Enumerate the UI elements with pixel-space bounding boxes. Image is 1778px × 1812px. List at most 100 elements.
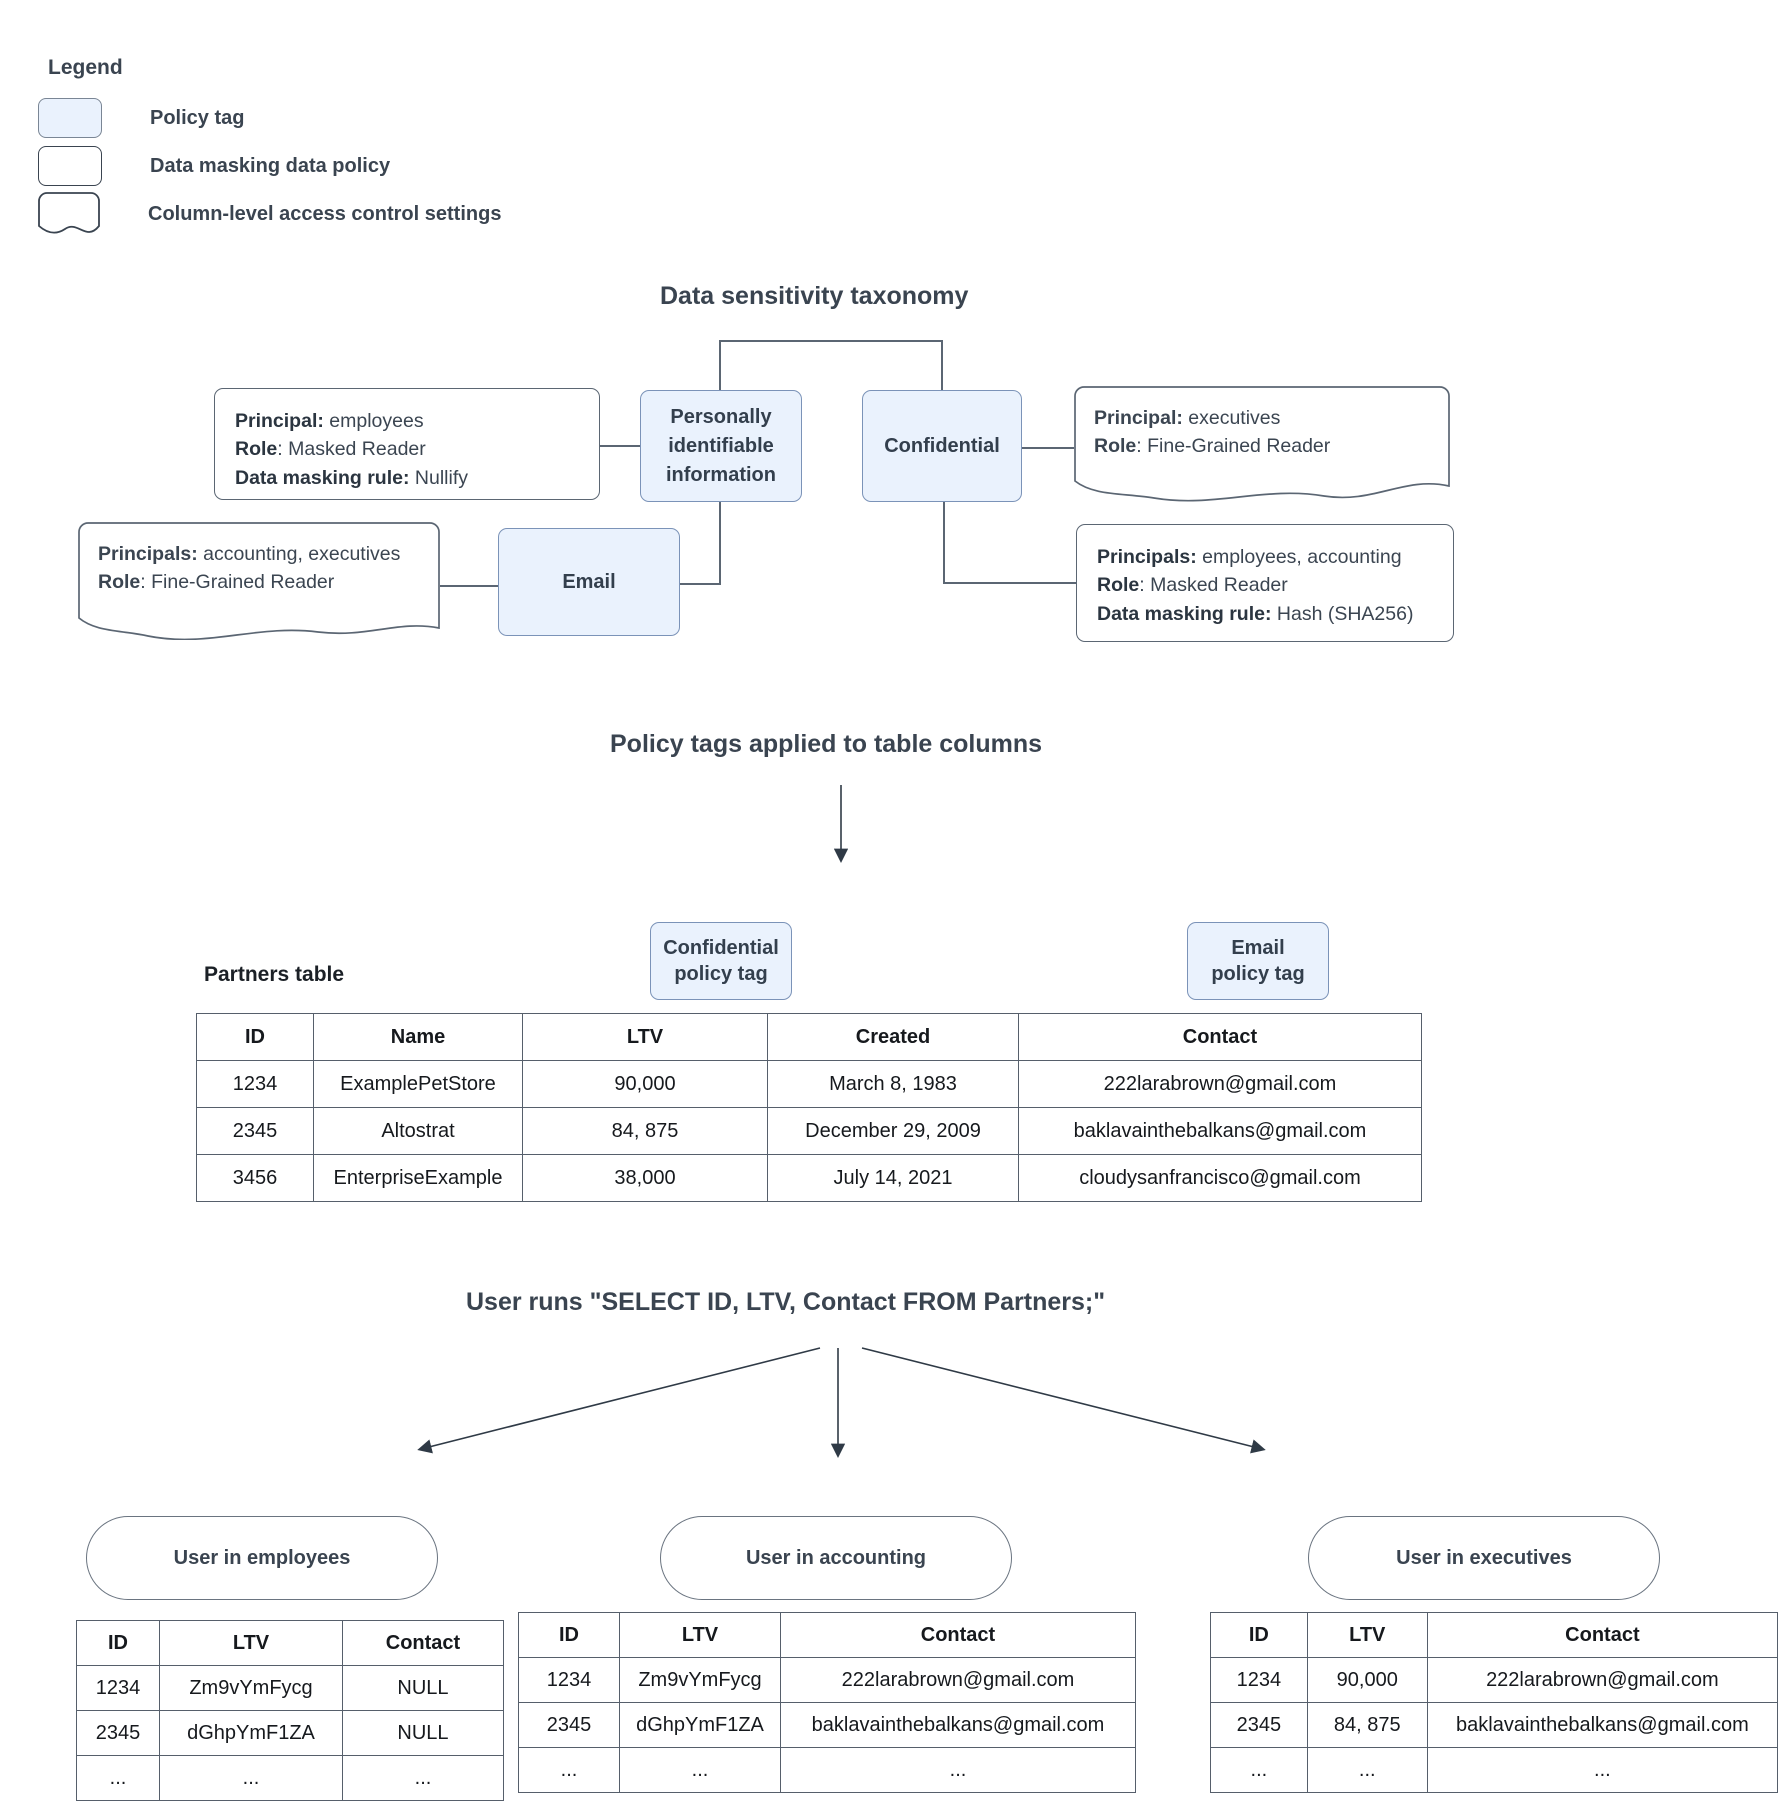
table-cell: ...: [342, 1755, 504, 1801]
table-cell: baklavainthebalkans@gmail.com: [1018, 1107, 1422, 1155]
result-table-employees: ID LTV Contact 1234 Zm9vYmFycg NULL 2345…: [76, 1620, 504, 1801]
policy-tag-label: Confidential: [884, 434, 1000, 457]
policy-tag-line2: policy tag: [1211, 963, 1305, 985]
table-cell: ...: [1306, 1747, 1428, 1793]
table-cell: ExamplePetStore: [313, 1060, 523, 1108]
policy-tag-swatch-icon: [38, 98, 102, 138]
table-cell: baklavainthebalkans@gmail.com: [1426, 1702, 1778, 1748]
column-header: Created: [767, 1013, 1019, 1061]
column-policy-tag-confidential[interactable]: Confidential policy tag: [650, 922, 792, 1000]
table-row: 1234 Zm9vYmFycg NULL: [76, 1665, 504, 1711]
table-cell: 2345: [76, 1710, 160, 1756]
column-header: LTV: [522, 1013, 768, 1061]
table-cell: 222larabrown@gmail.com: [1426, 1657, 1778, 1703]
column-header: LTV: [159, 1620, 343, 1666]
partners-table-label: Partners table: [204, 963, 345, 986]
table-cell: NULL: [342, 1665, 504, 1711]
table-cell: 2345: [1210, 1702, 1308, 1748]
table-row: 1234 Zm9vYmFycg 222larabrown@gmail.com: [518, 1657, 1136, 1703]
query-section-title: User runs "SELECT ID, LTV, Contact FROM …: [466, 1288, 1106, 1316]
table-cell: July 14, 2021: [767, 1154, 1019, 1202]
policy-tags-section-title: Policy tags applied to table columns: [610, 730, 1043, 758]
column-header: ID: [1210, 1612, 1308, 1658]
policy-tag-line1: Confidential: [663, 937, 779, 959]
result-table-accounting: ID LTV Contact 1234 Zm9vYmFycg 222larabr…: [518, 1612, 1136, 1793]
table-cell: Zm9vYmFycg: [619, 1657, 781, 1703]
connector-confidential-mask: [943, 582, 1076, 584]
policy-value: employees, accounting: [1196, 546, 1402, 568]
table-row: ... ... ...: [518, 1747, 1136, 1793]
table-row: 2345 dGhpYmF1ZA NULL: [76, 1710, 504, 1756]
taxonomy-section-title: Data sensitivity taxonomy: [660, 282, 969, 310]
policy-value: : Fine-Grained Reader: [140, 571, 335, 594]
table-header-row: ID LTV Contact: [1210, 1612, 1778, 1658]
policy-key: Role: [1097, 574, 1140, 597]
policy-value: : Masked Reader: [277, 438, 426, 461]
actor-pill-accounting: User in accounting: [660, 1516, 1012, 1600]
table-cell: ...: [159, 1755, 343, 1801]
table-cell: Zm9vYmFycg: [159, 1665, 343, 1711]
actor-label: User in employees: [173, 1546, 351, 1569]
actor-pill-employees: User in employees: [86, 1516, 438, 1600]
table-cell: NULL: [342, 1710, 504, 1756]
table-cell: Altostrat: [313, 1107, 523, 1155]
table-cell: ...: [780, 1747, 1136, 1793]
policy-key: Principal:: [1094, 407, 1183, 429]
policy-key: Role: [98, 571, 141, 594]
column-header: ID: [196, 1013, 314, 1061]
column-header: Contact: [780, 1612, 1136, 1658]
table-cell: baklavainthebalkans@gmail.com: [780, 1702, 1136, 1748]
policy-tag-line1: Email: [1231, 937, 1285, 959]
table-header-row: ID LTV Contact: [76, 1620, 504, 1666]
policy-value: accounting, executives: [197, 543, 401, 565]
policy-tag-confidential[interactable]: Confidential: [862, 390, 1022, 502]
policy-value: Hash (SHA256): [1271, 602, 1414, 625]
table-cell: ...: [1210, 1747, 1308, 1793]
table-cell: 84, 875: [1306, 1702, 1428, 1748]
table-row: ... ... ...: [1210, 1747, 1778, 1793]
table-header-row: ID LTV Contact: [518, 1612, 1136, 1658]
policy-key: Principal:: [235, 410, 324, 432]
policy-tag-label: Email: [562, 570, 616, 593]
policy-value: : Masked Reader: [1139, 574, 1288, 597]
policy-tag-label: Personally identifiable information: [666, 405, 776, 486]
column-header: LTV: [619, 1612, 781, 1658]
data-masking-swatch-icon: [38, 146, 102, 186]
column-header: Contact: [1426, 1612, 1778, 1658]
table-cell: 3456: [196, 1154, 314, 1202]
policy-key: Role: [235, 438, 278, 461]
table-cell: 222larabrown@gmail.com: [1018, 1060, 1422, 1108]
table-cell: 2345: [518, 1702, 620, 1748]
table-cell: March 8, 1983: [767, 1060, 1019, 1108]
column-header: Name: [313, 1013, 523, 1061]
connector-confidential-right: [1022, 447, 1074, 449]
table-row: 1234 ExamplePetStore 90,000 March 8, 198…: [196, 1060, 1422, 1108]
connector-email-right: [679, 583, 721, 585]
policy-value: Nullify: [409, 466, 468, 489]
table-cell: 90,000: [1306, 1657, 1428, 1703]
table-header-row: ID Name LTV Created Contact: [196, 1013, 1422, 1061]
table-cell: dGhpYmF1ZA: [159, 1710, 343, 1756]
legend-item-label: Policy tag: [150, 106, 245, 129]
policy-tag-pii[interactable]: Personally identifiable information: [640, 390, 802, 502]
column-header: Contact: [1018, 1013, 1422, 1061]
table-cell: 1234: [196, 1060, 314, 1108]
connector-confidential-bottom: [943, 501, 945, 583]
table-cell: December 29, 2009: [767, 1107, 1019, 1155]
policy-tag-line2: policy tag: [674, 963, 768, 985]
column-policy-tag-email[interactable]: Email policy tag: [1187, 922, 1329, 1000]
actor-label: User in executives: [1396, 1546, 1572, 1569]
policy-box-confidential-masking: Principals: employees, accounting Role: …: [1076, 524, 1454, 642]
legend-item-column-access: Column-level access control settings: [38, 192, 501, 236]
policy-tag-email[interactable]: Email: [498, 528, 680, 636]
table-cell: 222larabrown@gmail.com: [780, 1657, 1136, 1703]
table-cell: 1234: [76, 1665, 160, 1711]
legend-item-label: Data masking data policy: [150, 154, 391, 177]
connector-pii-left: [600, 445, 642, 447]
policy-key: Data masking rule:: [1097, 602, 1272, 625]
legend-item-data-masking: Data masking data policy: [38, 146, 390, 186]
policy-value: executives: [1182, 407, 1281, 429]
table-cell: ...: [518, 1747, 620, 1793]
result-table-executives: ID LTV Contact 1234 90,000 222larabrown@…: [1210, 1612, 1778, 1793]
partners-table: ID Name LTV Created Contact 1234 Example…: [196, 1013, 1422, 1202]
